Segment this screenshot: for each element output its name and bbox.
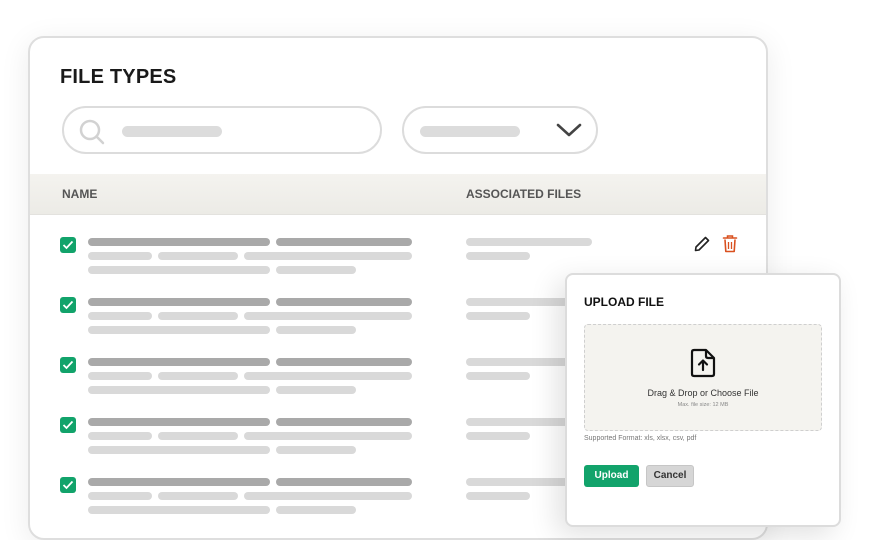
- modal-title: UPLOAD FILE: [584, 295, 664, 309]
- row-files-placeholder: [466, 432, 530, 440]
- row-detail-placeholder: [88, 372, 152, 380]
- row-detail-placeholder: [158, 432, 238, 440]
- row-name-placeholder: [276, 478, 412, 486]
- row-name-placeholder: [88, 298, 270, 306]
- row-detail-placeholder: [244, 432, 412, 440]
- row-checkbox[interactable]: [60, 417, 76, 433]
- row-name-placeholder: [276, 238, 412, 246]
- row-detail-placeholder: [88, 312, 152, 320]
- row-detail-placeholder: [276, 386, 356, 394]
- row-detail-placeholder: [88, 506, 270, 514]
- row-name-placeholder: [88, 478, 270, 486]
- row-files-placeholder: [466, 492, 530, 500]
- row-detail-placeholder: [158, 312, 238, 320]
- table-row[interactable]: [30, 216, 766, 276]
- row-detail-placeholder: [158, 372, 238, 380]
- row-files-placeholder: [466, 238, 592, 246]
- max-file-size-note: Max. file size: 12 MB: [677, 402, 729, 408]
- row-detail-placeholder: [88, 492, 152, 500]
- dropzone-instructions: Drag & Drop or Choose File: [647, 388, 759, 398]
- search-icon: [78, 118, 106, 151]
- delete-icon[interactable]: [722, 234, 738, 259]
- table-header: NAME ASSOCIATED FILES: [30, 174, 766, 215]
- row-detail-placeholder: [88, 386, 270, 394]
- upload-file-modal: UPLOAD FILE Drag & Drop or Choose File M…: [565, 273, 841, 527]
- upload-button[interactable]: Upload: [584, 465, 639, 487]
- row-detail-placeholder: [276, 506, 356, 514]
- row-detail-placeholder: [244, 492, 412, 500]
- filter-select[interactable]: [402, 106, 598, 154]
- column-header-name: NAME: [62, 187, 98, 201]
- row-detail-placeholder: [88, 432, 152, 440]
- row-files-placeholder: [466, 252, 530, 260]
- row-name-placeholder: [276, 358, 412, 366]
- chevron-down-icon: [556, 122, 582, 143]
- edit-icon[interactable]: [692, 234, 712, 259]
- row-checkbox[interactable]: [60, 297, 76, 313]
- search-input[interactable]: [62, 106, 382, 154]
- file-dropzone[interactable]: Drag & Drop or Choose File Max. file siz…: [584, 324, 822, 431]
- row-detail-placeholder: [88, 266, 270, 274]
- search-placeholder: [122, 126, 222, 137]
- row-files-placeholder: [466, 372, 530, 380]
- row-detail-placeholder: [88, 252, 152, 260]
- cancel-button[interactable]: Cancel: [646, 465, 694, 487]
- file-upload-icon: [688, 347, 718, 384]
- row-detail-placeholder: [88, 326, 270, 334]
- row-name-placeholder: [88, 238, 270, 246]
- row-detail-placeholder: [244, 312, 412, 320]
- row-detail-placeholder: [244, 372, 412, 380]
- row-detail-placeholder: [276, 266, 356, 274]
- row-detail-placeholder: [88, 446, 270, 454]
- row-detail-placeholder: [276, 446, 356, 454]
- row-files-placeholder: [466, 312, 530, 320]
- filter-placeholder: [420, 126, 520, 137]
- row-name-placeholder: [88, 418, 270, 426]
- row-detail-placeholder: [244, 252, 412, 260]
- row-detail-placeholder: [158, 492, 238, 500]
- row-checkbox[interactable]: [60, 357, 76, 373]
- row-checkbox[interactable]: [60, 477, 76, 493]
- row-detail-placeholder: [158, 252, 238, 260]
- row-name-placeholder: [88, 358, 270, 366]
- page-title: FILE TYPES: [60, 66, 177, 88]
- row-name-placeholder: [276, 298, 412, 306]
- column-header-associated-files: ASSOCIATED FILES: [466, 187, 582, 201]
- supported-formats-note: Supported Format: xls, xlsx, csv, pdf: [584, 435, 697, 442]
- row-checkbox[interactable]: [60, 237, 76, 253]
- row-name-placeholder: [276, 418, 412, 426]
- row-detail-placeholder: [276, 326, 356, 334]
